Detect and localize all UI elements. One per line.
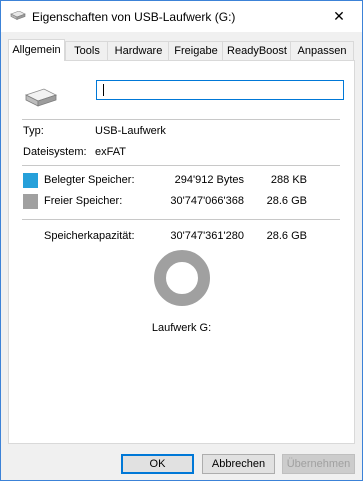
close-button[interactable]: ✕ [316,1,362,32]
cancel-button[interactable]: Abbrechen [202,454,275,474]
separator [22,219,340,220]
donut-free-segment [154,250,210,306]
used-space-label: Belegter Speicher: [44,174,135,186]
tab-allgemein[interactable]: Allgemein [8,39,65,61]
usage-donut-chart [154,250,210,306]
capacity-size: 28.6 GB [266,230,307,242]
separator [22,165,340,166]
free-space-label: Freier Speicher: [44,195,123,207]
tab-freigabe[interactable]: Freigabe [168,41,224,60]
usb-drive-icon [10,11,26,20]
window-title: Eigenschaften von USB-Laufwerk (G:) [32,10,236,24]
usb-drive-icon [24,88,58,107]
close-icon: ✕ [333,8,345,24]
tab-hardware[interactable]: Hardware [107,41,170,60]
filesystem-value: exFAT [95,146,126,158]
ok-button[interactable]: OK [121,454,194,474]
type-value: USB-Laufwerk [95,125,166,137]
apply-button[interactable]: Übernehmen [282,454,355,474]
title-bar: Eigenschaften von USB-Laufwerk (G:) ✕ [1,1,362,32]
tab-readyboost[interactable]: ReadyBoost [222,41,292,60]
free-space-swatch [23,194,38,209]
used-space-bytes: 294'912 Bytes [174,174,244,186]
capacity-bytes: 30'747'361'280 [170,230,244,242]
tab-tools[interactable]: Tools [65,41,109,60]
properties-window: Eigenschaften von USB-Laufwerk (G:) ✕ Al… [0,0,363,481]
general-tab-panel: Typ: USB-Laufwerk Dateisystem: exFAT Bel… [8,60,355,444]
free-space-bytes: 30'747'066'368 [170,195,244,207]
filesystem-label: Dateisystem: [23,146,87,158]
used-space-size: 288 KB [270,174,307,186]
free-space-size: 28.6 GB [266,195,307,207]
tab-anpassen[interactable]: Anpassen [290,41,354,60]
text-cursor [103,84,104,96]
separator [22,119,340,120]
drive-name-input[interactable] [96,80,344,100]
used-space-swatch [23,173,38,188]
drive-letter-label: Laufwerk G: [151,322,212,334]
capacity-label: Speicherkapazität: [44,230,135,242]
type-label: Typ: [23,125,44,137]
